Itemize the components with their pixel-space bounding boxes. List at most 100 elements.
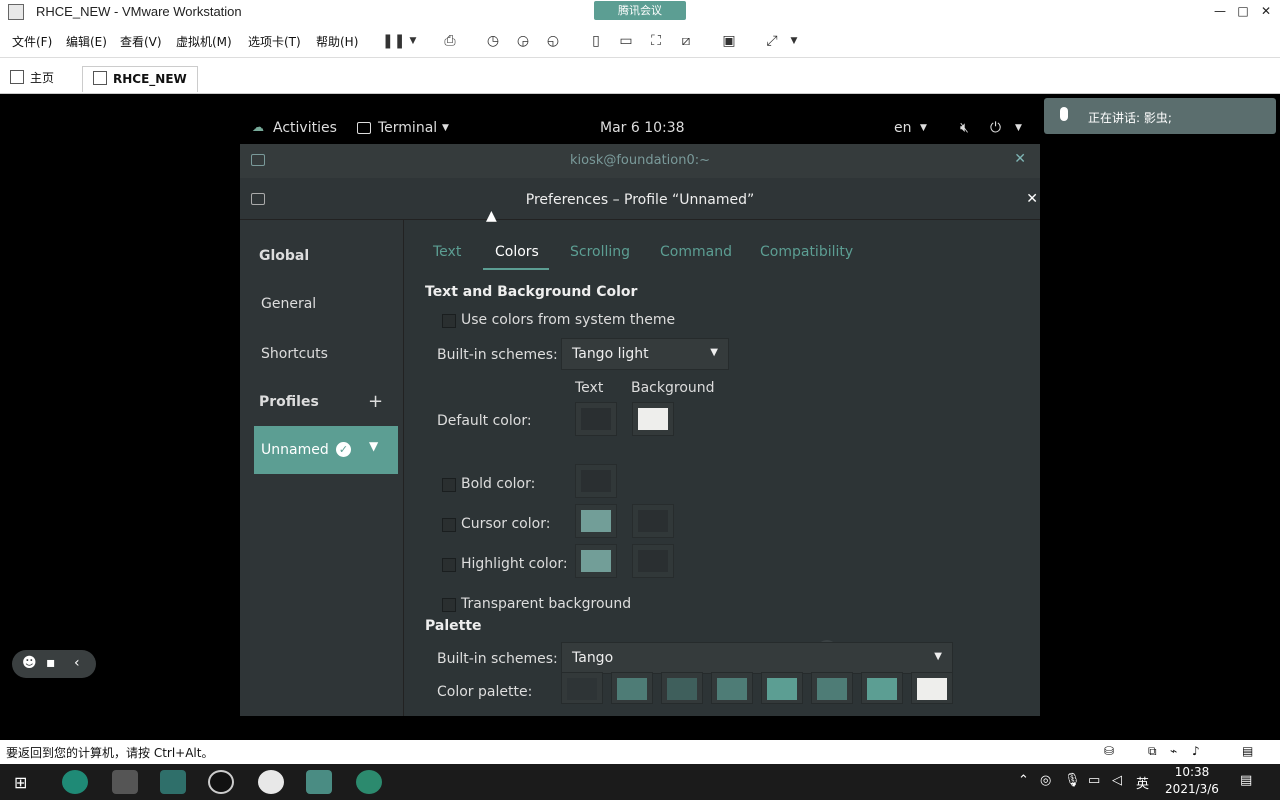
add-profile-button[interactable]: + — [368, 391, 383, 412]
screen: RHCE_NEW - VMware Workstation 腾讯会议 — □ ✕… — [0, 0, 1280, 800]
palette-color-button[interactable] — [861, 672, 903, 704]
snapshot-manager-icon[interactable]: ◵ — [543, 32, 563, 50]
tab-colors[interactable]: Colors — [495, 244, 539, 260]
tab-command[interactable]: Command — [660, 244, 732, 260]
vmware-taskbar-icon[interactable] — [160, 770, 186, 794]
maximize-icon[interactable]: □ — [1233, 2, 1253, 20]
revert-snapshot-icon[interactable]: ◶ — [513, 32, 533, 50]
sidebar-toggle-icon[interactable]: ▯ — [586, 32, 606, 50]
pen-icon[interactable] — [356, 770, 382, 794]
pause-icon[interactable]: ❚❚ — [382, 32, 405, 50]
default-background-color-button[interactable] — [632, 402, 674, 436]
emoji-icon[interactable]: ☻ — [22, 655, 37, 671]
pause-dropdown-icon[interactable]: ▼ — [403, 32, 423, 50]
console-icon[interactable]: ▣ — [719, 32, 739, 50]
system-menu-arrow-icon[interactable]: ▼ — [1015, 123, 1022, 133]
menu-view[interactable]: 查看(V) — [120, 33, 162, 50]
tray-mic-icon[interactable]: 🎙︎ — [1064, 773, 1081, 788]
palette-swatch — [767, 678, 797, 700]
stretch-icon[interactable]: ⤢ — [762, 32, 782, 50]
cursor-color-checkbox[interactable] — [442, 518, 456, 532]
menu-tabs[interactable]: 选项卡(T) — [248, 33, 301, 50]
transparent-background-checkbox[interactable] — [442, 598, 456, 612]
clock[interactable]: Mar 6 10:38 — [600, 120, 685, 136]
palette-color-button[interactable] — [911, 672, 953, 704]
fullscreen-icon[interactable]: ⛶ — [646, 32, 666, 50]
palette-color-button[interactable] — [761, 672, 803, 704]
menu-file[interactable]: 文件(F) — [12, 33, 52, 50]
cursor-background-color-button[interactable] — [632, 504, 674, 538]
sidebar-item-shortcuts[interactable]: Shortcuts — [261, 346, 328, 362]
language-indicator[interactable]: en — [894, 120, 912, 136]
network-icon[interactable]: ⧉ — [1148, 744, 1157, 759]
snapshot-icon[interactable]: ◷ — [483, 32, 503, 50]
profile-menu-arrow-icon[interactable]: ▼ — [369, 439, 378, 453]
app-menu-arrow-icon[interactable]: ▼ — [442, 123, 449, 133]
profile-name: Unnamed — [261, 442, 329, 458]
builtin-schemes-select[interactable]: Tango light ▼ — [561, 338, 729, 370]
cursor-text-color-button[interactable] — [575, 504, 617, 538]
unity-icon[interactable]: ⧄ — [676, 32, 696, 50]
meeting-taskbar-icon[interactable] — [306, 770, 332, 794]
menu-edit[interactable]: 编辑(E) — [66, 33, 107, 50]
tab-vm[interactable]: RHCE_NEW — [82, 66, 198, 92]
menu-help[interactable]: 帮助(H) — [316, 33, 358, 50]
notification-icon[interactable]: ▤ — [1240, 773, 1252, 788]
menu-vm[interactable]: 虚拟机(M) — [176, 33, 232, 50]
default-text-swatch — [581, 408, 611, 430]
default-text-color-button[interactable] — [575, 402, 617, 436]
meeting-badge[interactable]: 腾讯会议 — [594, 1, 686, 20]
power-icon[interactable]: ⏻ — [990, 120, 1001, 136]
usb-icon[interactable]: ⌁ — [1170, 744, 1177, 758]
sidebar-item-profile-unnamed[interactable]: Unnamed ✓ ▼ — [254, 426, 398, 474]
palette-color-button[interactable] — [711, 672, 753, 704]
explorer-icon[interactable] — [112, 770, 138, 794]
send-keys-icon[interactable]: ⎙ — [440, 32, 460, 50]
language-arrow-icon[interactable]: ▼ — [920, 123, 927, 133]
app-menu[interactable]: Terminal — [378, 120, 437, 136]
palette-color-button[interactable] — [561, 672, 603, 704]
taskbar-clock[interactable]: 10:38 2021/3/6 — [1160, 764, 1224, 798]
highlight-background-color-button[interactable] — [632, 544, 674, 578]
sound-icon[interactable]: ♪ — [1192, 744, 1200, 758]
minimize-icon[interactable]: — — [1210, 2, 1230, 20]
app-icon[interactable] — [258, 770, 284, 794]
obs-icon[interactable] — [208, 770, 234, 794]
use-system-colors-checkbox[interactable] — [442, 314, 456, 328]
palette-color-button[interactable] — [661, 672, 703, 704]
preferences-close-icon[interactable]: ✕ — [1026, 191, 1038, 207]
palette-color-button[interactable] — [611, 672, 653, 704]
collapse-icon[interactable]: ‹ — [74, 655, 80, 671]
highlight-background-swatch — [638, 550, 668, 572]
tray-circle-icon[interactable]: ◎ — [1040, 773, 1051, 788]
console-view-icon[interactable]: ▭ — [616, 32, 636, 50]
tray-expand-icon[interactable]: ⌃ — [1018, 773, 1029, 788]
windows-start-icon[interactable]: ⊞ — [14, 773, 27, 792]
palette-color-button[interactable] — [811, 672, 853, 704]
activities-button[interactable]: Activities — [273, 120, 337, 136]
edge-icon[interactable] — [62, 770, 88, 794]
transparent-background-label: Transparent background — [461, 596, 632, 612]
close-icon[interactable]: ✕ — [1256, 2, 1276, 20]
cursor-text-swatch — [581, 510, 611, 532]
highlight-color-checkbox[interactable] — [442, 558, 456, 572]
terminal-close-icon[interactable]: ✕ — [1014, 151, 1026, 167]
palette-swatch — [817, 678, 847, 700]
bold-color-checkbox[interactable] — [442, 478, 456, 492]
volume-muted-icon[interactable]: 🔇︎ — [960, 120, 969, 136]
ime-indicator[interactable]: 英 — [1136, 773, 1149, 792]
tab-scrolling[interactable]: Scrolling — [570, 244, 630, 260]
disk-icon[interactable]: ⛁ — [1104, 744, 1114, 758]
tray-volume-icon[interactable]: ◁ — [1112, 773, 1122, 788]
stretch-dropdown-icon[interactable]: ▼ — [784, 32, 804, 50]
highlight-text-color-button[interactable] — [575, 544, 617, 578]
tray-network-icon[interactable]: ▭ — [1088, 773, 1100, 788]
chat-icon[interactable]: ▪ — [46, 655, 56, 671]
tab-text[interactable]: Text — [433, 244, 461, 260]
tab-compatibility[interactable]: Compatibility — [760, 244, 853, 260]
bold-text-color-button[interactable] — [575, 464, 617, 498]
message-icon[interactable]: ▤ — [1242, 744, 1253, 758]
tab-home[interactable]: 主页 — [10, 66, 54, 92]
palette-builtin-select[interactable]: Tango ▼ — [561, 642, 953, 674]
sidebar-item-general[interactable]: General — [261, 296, 316, 312]
